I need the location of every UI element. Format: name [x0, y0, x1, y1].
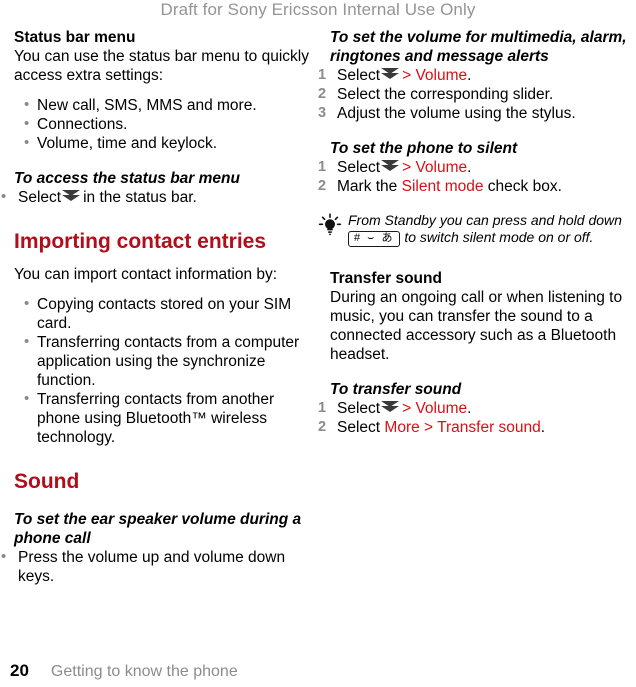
step-text-before: Select [337, 400, 381, 417]
tip-text-after: to switch silent mode on or off. [404, 229, 594, 245]
list-item: Select More > Transfer sound. [316, 418, 632, 437]
draft-watermark: Draft for Sony Ericsson Internal Use Onl… [160, 0, 476, 19]
list-silent-steps: Select > Volume. Mark the Silent mode che… [316, 158, 632, 196]
step-text-before: Select [18, 189, 62, 206]
step-text-after: check box. [487, 178, 562, 195]
menu-path: Silent mode [401, 178, 484, 195]
heading-importing-contact-entries: Importing contact entries [14, 230, 267, 253]
list-item: Select in the status bar. [0, 187, 316, 207]
tip-text-before: From Standby you can press and hold down [348, 212, 622, 228]
list-item: Select > Volume. [316, 66, 632, 85]
heading-set-phone-to-silent: To set the phone to silent [330, 140, 518, 157]
hash-key-cap: # ⌣ あ [348, 231, 401, 247]
footer-chapter-name: Getting to know the phone [50, 663, 238, 680]
list-access-status-bar-steps: Select in the status bar. [1, 187, 316, 207]
list-item: Transferring contacts from another phone… [14, 389, 316, 447]
heading-status-bar-menu: Status bar menu [14, 29, 136, 46]
list-importing-methods: Copying contacts stored on your SIM card… [14, 294, 316, 447]
list-item: Select > Volume. [316, 399, 632, 418]
step-text-before: Select [337, 67, 381, 84]
heading-sound: Sound [14, 470, 80, 493]
double-chevron-down-icon [381, 68, 400, 82]
double-chevron-down-icon [62, 190, 81, 204]
paragraph-transfer-sound-body: During an ongoing call or when listening… [330, 289, 623, 363]
step-text-after: . [467, 67, 472, 84]
right-column: To set the volume for multimedia, alarm,… [318, 28, 632, 437]
menu-path: > Volume [402, 159, 468, 176]
menu-path: > Volume [402, 400, 468, 417]
tip-note: From Standby you can press and hold down… [316, 212, 632, 247]
step-text-before: Select [337, 419, 381, 436]
list-ear-speaker-steps: Press the volume up and volume down keys… [1, 547, 316, 586]
list-item: Connections. [14, 114, 316, 134]
menu-path: More > Transfer sound [384, 419, 541, 436]
list-item: Press the volume up and volume down keys… [0, 547, 316, 586]
page-columns: Status bar menu You can use the status b… [0, 28, 636, 648]
list-transfer-sound-steps: Select > Volume. Select More > Transfer s… [316, 399, 632, 437]
heading-access-status-bar-menu: To access the status bar menu [14, 170, 240, 187]
paragraph-status-bar-intro: You can use the status bar menu to quick… [14, 48, 309, 84]
heading-set-volume: To set the volume for multimedia, alarm,… [330, 29, 627, 65]
step-text-after: in the status bar. [83, 189, 197, 206]
page-footer: 20 Getting to know the phone [10, 661, 410, 681]
step-text-before: Mark the [337, 178, 398, 195]
step-text-before: Select [337, 159, 381, 176]
page-number: 20 [10, 661, 29, 680]
list-item: New call, SMS, MMS and more. [14, 95, 316, 115]
heading-set-ear-speaker-volume: To set the ear speaker volume during a p… [14, 511, 302, 547]
list-set-volume-steps: Select > Volume. Select the corresponding… [316, 66, 632, 123]
step-text-after: . [540, 419, 546, 436]
double-chevron-down-icon [381, 401, 400, 415]
light-bulb-icon [318, 213, 342, 237]
list-item: Copying contacts stored on your SIM card… [14, 294, 316, 333]
list-item: Adjust the volume using the stylus. [318, 104, 576, 123]
paragraph-importing-intro: You can import contact information by: [14, 266, 278, 283]
menu-path: > Volume [402, 67, 468, 84]
list-item: Mark the Silent mode check box. [316, 177, 632, 196]
left-column: Status bar menu You can use the status b… [1, 28, 316, 586]
list-item: Select > Volume. [316, 158, 632, 177]
heading-to-transfer-sound: To transfer sound [330, 381, 462, 398]
heading-transfer-sound: Transfer sound [330, 270, 442, 287]
double-chevron-down-icon [381, 160, 400, 174]
list-item: Volume, time and keylock. [14, 133, 316, 153]
list-item: Transferring contacts from a computer ap… [14, 332, 316, 390]
list-item: Select the corresponding slider. [318, 85, 554, 104]
step-text-after: . [467, 400, 472, 417]
list-status-bar-features: New call, SMS, MMS and more. Connections… [14, 95, 316, 153]
step-text-after: . [467, 159, 472, 176]
